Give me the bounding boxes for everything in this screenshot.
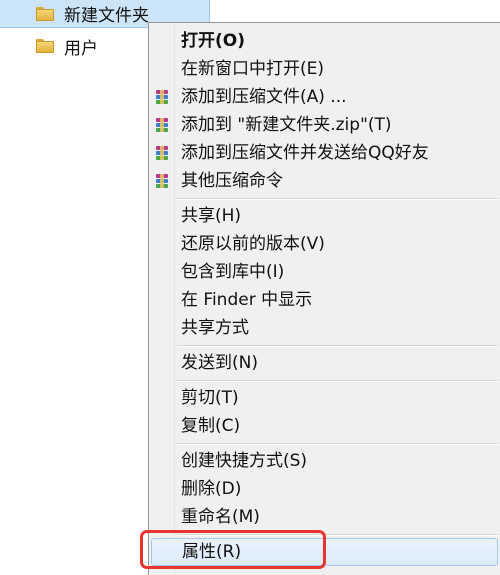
menu-item-label: 重命名(M) [181, 507, 260, 527]
menu-item-open-new-window[interactable]: 在新窗口中打开(E) [149, 55, 500, 83]
menu-item-cut[interactable]: 剪切(T) [149, 384, 500, 412]
menu-item-create-shortcut[interactable]: 创建快捷方式(S) [149, 447, 500, 475]
file-row-users[interactable]: 用户 [0, 32, 150, 60]
menu-item-rename[interactable]: 重命名(M) [149, 503, 500, 531]
menu-item-label: 添加到 "新建文件夹.zip"(T) [181, 115, 392, 135]
menu-item-delete[interactable]: 删除(D) [149, 475, 500, 503]
menu-item-label: 共享方式 [181, 318, 249, 338]
menu-item-label: 共享(H) [181, 206, 242, 226]
menu-item-label: 还原以前的版本(V) [181, 234, 325, 254]
folder-icon [36, 6, 54, 21]
menu-separator [149, 377, 500, 384]
file-name: 新建文件夹 [64, 6, 149, 26]
menu-item-label: 属性(R) [182, 542, 242, 562]
context-menu: 打开(O) 在新窗口中打开(E) 添加到压缩文件(A) ... 添加到 "新建文… [148, 22, 500, 575]
menu-item-other-compress[interactable]: 其他压缩命令 [149, 167, 500, 195]
archive-icon [155, 118, 169, 132]
menu-item-label: 添加到压缩文件(A) ... [181, 87, 347, 107]
menu-item-add-to-zip[interactable]: 添加到 "新建文件夹.zip"(T) [149, 111, 500, 139]
menu-item-label: 删除(D) [181, 479, 242, 499]
menu-item-share-method[interactable]: 共享方式 [149, 314, 500, 342]
menu-item-properties[interactable]: 属性(R) [151, 538, 498, 566]
menu-separator [149, 531, 500, 538]
menu-list: 打开(O) 在新窗口中打开(E) 添加到压缩文件(A) ... 添加到 "新建文… [149, 27, 500, 566]
folder-icon [36, 39, 54, 53]
menu-item-label: 在 Finder 中显示 [181, 290, 313, 310]
menu-item-label: 包含到库中(I) [181, 262, 285, 282]
menu-item-show-in-finder[interactable]: 在 Finder 中显示 [149, 286, 500, 314]
menu-item-add-to-archive[interactable]: 添加到压缩文件(A) ... [149, 83, 500, 111]
menu-item-copy[interactable]: 复制(C) [149, 412, 500, 440]
menu-item-label: 创建快捷方式(S) [181, 451, 308, 471]
menu-item-send-to[interactable]: 发送到(N) [149, 349, 500, 377]
menu-item-add-and-send-qq[interactable]: 添加到压缩文件并发送给QQ好友 [149, 139, 500, 167]
menu-item-label: 在新窗口中打开(E) [181, 59, 325, 79]
file-name: 用户 [64, 38, 98, 59]
menu-separator [149, 342, 500, 349]
menu-item-open[interactable]: 打开(O) [149, 27, 500, 55]
menu-item-restore-versions[interactable]: 还原以前的版本(V) [149, 230, 500, 258]
menu-item-share[interactable]: 共享(H) [149, 202, 500, 230]
archive-icon [155, 174, 169, 188]
menu-item-label: 剪切(T) [181, 388, 239, 408]
menu-item-label: 其他压缩命令 [181, 171, 283, 191]
menu-item-label: 添加到压缩文件并发送给QQ好友 [181, 143, 429, 163]
menu-separator [149, 195, 500, 202]
menu-item-label: 发送到(N) [181, 353, 258, 373]
archive-icon [155, 90, 169, 104]
menu-separator [149, 440, 500, 447]
menu-item-include-library[interactable]: 包含到库中(I) [149, 258, 500, 286]
menu-item-label: 打开(O) [181, 31, 245, 51]
archive-icon [155, 146, 169, 160]
menu-item-label: 复制(C) [181, 416, 241, 436]
